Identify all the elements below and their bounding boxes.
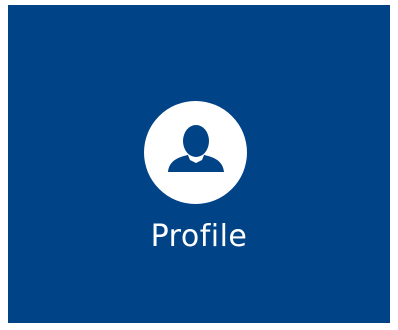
profile-tile[interactable]: Profile [8, 5, 390, 323]
user-icon [168, 125, 224, 172]
avatar [144, 101, 247, 204]
tile-label: Profile [150, 219, 248, 254]
